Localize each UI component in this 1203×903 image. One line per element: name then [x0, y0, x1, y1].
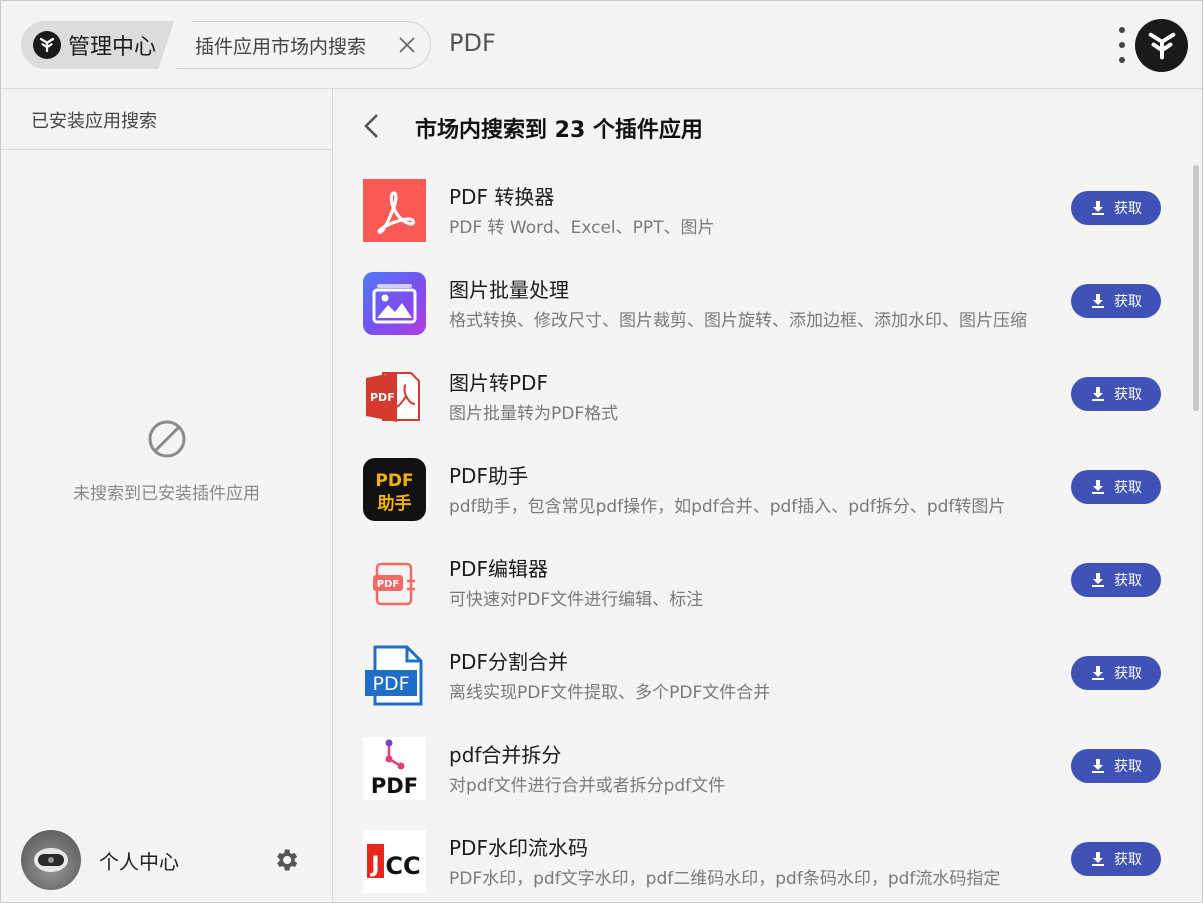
- user-center-label[interactable]: 个人中心: [99, 846, 179, 875]
- app-name: PDF 转换器: [449, 185, 555, 209]
- get-button-label: 获取: [1114, 666, 1142, 682]
- app-description: 格式转换、修改尺寸、图片裁剪、图片旋转、添加边框、添加水印、图片压缩: [449, 311, 1027, 331]
- app-description: 对pdf文件进行合并或者拆分pdf文件: [449, 776, 726, 796]
- app-description: 可快速对PDF文件进行编辑、标注: [449, 590, 704, 610]
- pdf-watermark-icon-text-a: J: [369, 853, 379, 878]
- breadcrumb-home-label: 管理中心: [68, 35, 157, 60]
- app-description: PDF 转 Word、Excel、PPT、图片: [449, 218, 715, 238]
- app-window: 管理中心 插件应用市场内搜索 PDF 已安装应用搜索 未搜索到已安装插件应用 个…: [0, 0, 1203, 903]
- list-item[interactable]: PDF PDF编辑器 可快速对PDF文件进行编辑、标注 获取: [333, 551, 1193, 644]
- sidebar: 已安装应用搜索 未搜索到已安装插件应用 个人中心: [1, 89, 333, 902]
- get-button-label: 获取: [1114, 759, 1142, 775]
- download-icon: [1090, 293, 1106, 309]
- get-button-label: 获取: [1114, 387, 1142, 403]
- list-item[interactable]: PDF 转换器 PDF 转 Word、Excel、PPT、图片 获取: [333, 179, 1193, 272]
- get-button-label: 获取: [1114, 852, 1142, 868]
- app-name: PDF助手: [449, 464, 528, 488]
- top-bar: 管理中心 插件应用市场内搜索 PDF: [1, 1, 1202, 89]
- pdf-watermark-icon-text-b: CC: [385, 852, 420, 880]
- user-center[interactable]: 个人中心: [21, 829, 321, 891]
- get-button-label: 获取: [1114, 573, 1142, 589]
- app-list: PDF 转换器 PDF 转 Word、Excel、PPT、图片 获取 图片批量处…: [333, 179, 1193, 902]
- get-button[interactable]: 获取: [1071, 842, 1161, 876]
- pdf-split-merge-icon: PDF: [363, 644, 426, 707]
- download-icon: [1090, 572, 1106, 588]
- download-icon: [1090, 386, 1106, 402]
- get-button[interactable]: 获取: [1071, 284, 1161, 318]
- get-button-label: 获取: [1114, 294, 1142, 310]
- breadcrumb-search-label: 插件应用市场内搜索: [195, 35, 367, 58]
- pdf-editor-icon: PDF: [363, 551, 426, 614]
- get-button[interactable]: 获取: [1071, 656, 1161, 690]
- pdf-helper-icon: PDF 助手: [363, 458, 426, 521]
- download-icon: [1090, 851, 1106, 867]
- download-icon: [1090, 758, 1106, 774]
- app-logo-icon: [33, 31, 61, 59]
- gear-icon[interactable]: [271, 845, 301, 875]
- main-panel: 市场内搜索到 23 个插件应用 PDF 转换器 PDF 转 Word、Excel…: [333, 89, 1202, 902]
- empty-state: 未搜索到已安装插件应用: [1, 419, 332, 504]
- installed-search-input[interactable]: 已安装应用搜索: [1, 89, 332, 150]
- back-arrow-icon[interactable]: [357, 111, 385, 141]
- get-button[interactable]: 获取: [1071, 191, 1161, 225]
- svg-text:PDF: PDF: [370, 391, 395, 404]
- list-item[interactable]: 图片批量处理 格式转换、修改尺寸、图片裁剪、图片旋转、添加边框、添加水印、图片压…: [333, 272, 1193, 365]
- pdf-watermark-icon: J CC: [363, 830, 426, 893]
- app-name: PDF水印流水码: [449, 836, 588, 860]
- get-button-label: 获取: [1114, 201, 1142, 217]
- result-header: 市场内搜索到 23 个插件应用: [333, 89, 1202, 165]
- app-description: pdf助手，包含常见pdf操作，如pdf合并、pdf插入、pdf拆分、pdf转图…: [449, 497, 1006, 517]
- app-logo-large-icon[interactable]: [1135, 19, 1188, 72]
- image-batch-icon: [363, 272, 426, 335]
- app-name: 图片批量处理: [449, 278, 569, 302]
- close-icon[interactable]: [396, 34, 418, 56]
- list-item[interactable]: PDF 图片转PDF 图片批量转为PDF格式 获取: [333, 365, 1193, 458]
- get-button[interactable]: 获取: [1071, 470, 1161, 504]
- result-title: 市场内搜索到 23 个插件应用: [415, 118, 703, 143]
- empty-state-text: 未搜索到已安装插件应用: [73, 484, 260, 504]
- pdf-helper-icon-text-top: PDF: [375, 471, 413, 491]
- pdf-merge-split-icon: PDF: [363, 737, 426, 800]
- download-icon: [1090, 200, 1106, 216]
- avatar[interactable]: [21, 830, 81, 890]
- get-button[interactable]: 获取: [1071, 377, 1161, 411]
- search-query[interactable]: PDF: [449, 29, 496, 57]
- list-item[interactable]: PDF PDF分割合并 离线实现PDF文件提取、多个PDF文件合并 获取: [333, 644, 1193, 737]
- list-item[interactable]: PDF 助手 PDF助手 pdf助手，包含常见pdf操作，如pdf合并、pdf插…: [333, 458, 1193, 551]
- scrollbar[interactable]: [1193, 165, 1199, 411]
- download-icon: [1090, 479, 1106, 495]
- pdf-helper-icon-text-bottom: 助手: [378, 493, 412, 514]
- pdf-converter-icon: [363, 179, 426, 242]
- pdf-editor-icon-text: PDF: [377, 579, 399, 590]
- get-button[interactable]: 获取: [1071, 749, 1161, 783]
- more-menu-icon[interactable]: [1115, 27, 1129, 63]
- download-icon: [1090, 665, 1106, 681]
- get-button[interactable]: 获取: [1071, 563, 1161, 597]
- app-description: PDF水印，pdf文字水印，pdf二维码水印，pdf条码水印，pdf流水码指定: [449, 869, 1001, 889]
- pdf-split-merge-icon-text: PDF: [372, 673, 409, 695]
- app-name: 图片转PDF: [449, 371, 548, 395]
- app-description: 离线实现PDF文件提取、多个PDF文件合并: [449, 683, 771, 703]
- app-name: PDF分割合并: [449, 650, 568, 674]
- app-name: PDF编辑器: [449, 557, 548, 581]
- app-description: 图片批量转为PDF格式: [449, 404, 619, 424]
- no-result-icon: [147, 419, 187, 459]
- get-button-label: 获取: [1114, 480, 1142, 496]
- pdf-merge-split-icon-text: PDF: [371, 774, 418, 798]
- image-to-pdf-icon: PDF: [363, 365, 426, 428]
- list-item[interactable]: J CC PDF水印流水码 PDF水印，pdf文字水印，pdf二维码水印，pdf…: [333, 830, 1193, 902]
- breadcrumb-search-tab[interactable]: 插件应用市场内搜索: [173, 21, 431, 69]
- list-item[interactable]: PDF pdf合并拆分 对pdf文件进行合并或者拆分pdf文件 获取: [333, 737, 1193, 830]
- app-name: pdf合并拆分: [449, 743, 562, 767]
